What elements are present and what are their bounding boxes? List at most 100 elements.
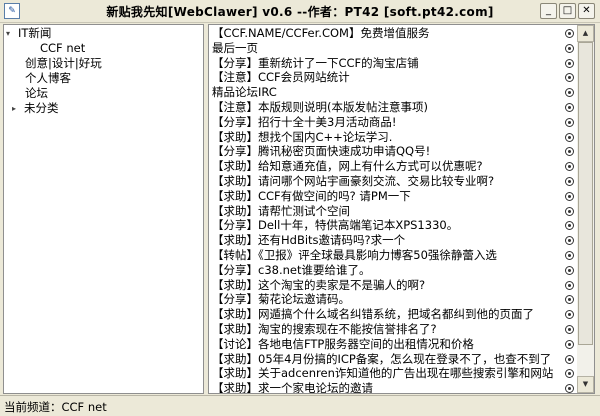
tree-item-it-news[interactable]: ▾ IT新闻	[6, 26, 51, 41]
post-title[interactable]: 【求助】求一个家电论坛的邀请	[212, 381, 558, 393]
tree-item-personal-blogs[interactable]: 个人博客	[25, 71, 71, 86]
post-row[interactable]: 【求助】淘宝的搜索现在不能按信誉排名了?	[212, 322, 574, 337]
link-target-icon[interactable]	[565, 295, 574, 305]
link-target-icon[interactable]	[565, 73, 574, 83]
post-title[interactable]: 精品论坛IRC	[212, 85, 558, 100]
post-title[interactable]: 【求助】05年4月份搞的ICP备案，怎么现在登录不了，也查不到了	[212, 352, 558, 367]
post-row[interactable]: 【求助】还有HdBits邀请码吗?求一个	[212, 233, 574, 248]
link-target-icon[interactable]	[565, 369, 574, 379]
post-row[interactable]: 【求助】求一个家电论坛的邀请	[212, 381, 574, 393]
post-title[interactable]: 【分享】重新统计了一下CCF的淘宝店铺	[212, 56, 558, 71]
link-target-icon[interactable]	[565, 221, 574, 231]
post-row[interactable]: 【分享】腾讯秘密页面快速成功申请QQ号!	[212, 144, 574, 159]
window-title: 新贴我先知[WebClawer] v0.6 --作者：PT42 [soft.pt…	[106, 5, 494, 19]
post-row[interactable]: 【求助】给知意通充值，网上有什么方式可以优惠呢?	[212, 159, 574, 174]
minimize-button[interactable]: _	[540, 3, 557, 19]
post-row[interactable]: 最后一页	[212, 41, 574, 56]
scroll-up-button[interactable]: ▲	[577, 25, 594, 42]
tree-item-label: 个人博客	[25, 71, 71, 85]
post-title[interactable]: 【分享】Dell十年，特供高端笔记本XPS1330。	[212, 218, 558, 233]
post-title[interactable]: 【求助】给知意通充值，网上有什么方式可以优惠呢?	[212, 159, 558, 174]
close-button[interactable]: ✕	[578, 3, 595, 19]
link-target-icon[interactable]	[565, 191, 574, 201]
link-target-icon[interactable]	[565, 177, 574, 186]
post-row[interactable]: 【求助】想找个国内C++论坛学习.	[212, 130, 574, 145]
post-row[interactable]: 【求助】这个淘宝的卖家是不是骗人的啊?	[212, 278, 574, 293]
scroll-down-button[interactable]: ▼	[577, 376, 594, 393]
post-row[interactable]: 精品论坛IRC	[212, 85, 574, 100]
post-row[interactable]: 【求助】请帮忙测试个空间	[212, 204, 574, 219]
post-title[interactable]: 最后一页	[212, 41, 558, 56]
tree-item-uncategorized[interactable]: ▸ 未分类	[12, 101, 59, 116]
post-row[interactable]: 【注意】CCF会员网站统计	[212, 70, 574, 85]
link-target-icon[interactable]	[565, 339, 574, 349]
link-target-icon[interactable]	[565, 162, 574, 172]
link-target-icon[interactable]	[565, 251, 574, 260]
post-title[interactable]: 【分享】c38.net谁要给谁了。	[212, 263, 558, 278]
post-title[interactable]: 【求助】网遁搞个什么域名纠错系统，把域名都纠到他的页面了	[212, 307, 558, 322]
link-target-icon[interactable]	[565, 88, 574, 98]
post-title[interactable]: 【求助】淘宝的搜索现在不能按信誉排名了?	[212, 322, 558, 337]
post-title[interactable]: 【注意】CCF会员网站统计	[212, 70, 558, 85]
post-title[interactable]: 【求助】请帮忙测试个空间	[212, 204, 558, 219]
tree-item-forums[interactable]: 论坛	[25, 86, 48, 101]
status-bar: 当前频道：CCF net	[0, 395, 600, 416]
post-row[interactable]: 【分享】招行十全十美3月活动商品!	[212, 115, 574, 130]
post-row[interactable]: 【求助】CCF有做空间的吗? 请PM一下	[212, 189, 574, 204]
post-title[interactable]: 【求助】还有HdBits邀请码吗?求一个	[212, 233, 558, 248]
post-title[interactable]: 【分享】招行十全十美3月活动商品!	[212, 115, 558, 130]
post-row[interactable]: 【转帖】《卫报》评全球最具影响力博客50强徐静蕾入选	[212, 248, 574, 263]
post-row[interactable]: 【求助】关于adcenren诈知道他的广告出现在哪些搜索引擎和网站	[212, 366, 574, 381]
link-target-icon[interactable]	[565, 325, 574, 334]
link-target-icon[interactable]	[565, 132, 574, 142]
chevron-right-icon[interactable]: ▸	[12, 101, 24, 116]
link-target-icon[interactable]	[565, 117, 574, 127]
post-row[interactable]: 【求助】请问哪个网站宇画豪刻交流、交易比较专业啊?	[212, 174, 574, 189]
link-target-icon[interactable]	[565, 354, 574, 364]
post-title[interactable]: 【求助】关于adcenren诈知道他的广告出现在哪些搜索引擎和网站	[212, 366, 558, 381]
post-row[interactable]: 【分享】c38.net谁要给谁了。	[212, 263, 574, 278]
post-title[interactable]: 【求助】想找个国内C++论坛学习.	[212, 130, 558, 145]
post-title[interactable]: 【注意】本版规则说明(本版发帖注意事项)	[212, 100, 558, 115]
post-title[interactable]: 【分享】腾讯秘密页面快速成功申请QQ号!	[212, 144, 558, 159]
link-target-icon[interactable]	[565, 265, 574, 275]
post-title[interactable]: 【求助】CCF有做空间的吗? 请PM一下	[212, 189, 558, 204]
link-target-icon[interactable]	[565, 384, 574, 393]
title-bar[interactable]: ✎ 新贴我先知[WebClawer] v0.6 --作者：PT42 [soft.…	[0, 0, 600, 23]
link-target-icon[interactable]	[565, 43, 574, 53]
link-target-icon[interactable]	[565, 310, 574, 320]
maximize-button[interactable]: □	[559, 3, 576, 19]
link-target-icon[interactable]	[565, 103, 574, 112]
link-target-icon[interactable]	[565, 29, 574, 38]
post-title[interactable]: 【分享】菊花论坛邀请码。	[212, 292, 558, 307]
post-row[interactable]: 【分享】Dell十年，特供高端笔记本XPS1330。	[212, 218, 574, 233]
tree-item-label: CCF net	[40, 41, 86, 55]
post-title[interactable]: 【讨论】各地电信FTP服务器空间的出租情况和价格	[212, 337, 558, 352]
post-row[interactable]: 【求助】网遁搞个什么域名纠错系统，把域名都纠到他的页面了	[212, 307, 574, 322]
link-target-icon[interactable]	[565, 280, 574, 290]
tree-item-label: 创意|设计|好玩	[25, 56, 102, 70]
tree-item-label: IT新闻	[18, 26, 52, 40]
post-row[interactable]: 【分享】菊花论坛邀请码。	[212, 292, 574, 307]
scroll-thumb[interactable]	[578, 42, 593, 345]
post-row[interactable]: 【分享】重新统计了一下CCF的淘宝店铺	[212, 56, 574, 71]
post-row[interactable]: 【讨论】各地电信FTP服务器空间的出租情况和价格	[212, 337, 574, 352]
current-channel-status: 当前频道：CCF net	[4, 400, 107, 414]
link-target-icon[interactable]	[565, 58, 574, 68]
tree-item-ccf-net[interactable]: CCF net	[40, 41, 85, 56]
post-title[interactable]: 【转帖】《卫报》评全球最具影响力博客50强徐静蕾入选	[212, 248, 558, 263]
post-title[interactable]: 【求助】这个淘宝的卖家是不是骗人的啊?	[212, 278, 558, 293]
post-row[interactable]: 【CCF.NAME/CCFer.COM】免费增值服务	[212, 26, 574, 41]
channel-tree[interactable]: ▾ IT新闻 CCF net 创意|设计|好玩 个人博客 论坛 ▸ 未分类	[3, 24, 204, 394]
vertical-scrollbar[interactable]: ▲ ▼	[577, 24, 595, 394]
link-target-icon[interactable]	[565, 206, 574, 216]
post-row[interactable]: 【求助】05年4月份搞的ICP备案，怎么现在登录不了，也查不到了	[212, 352, 574, 367]
chevron-down-icon[interactable]: ▾	[6, 26, 18, 41]
post-title[interactable]: 【求助】请问哪个网站宇画豪刻交流、交易比较专业啊?	[212, 174, 558, 189]
tree-item-creative-design[interactable]: 创意|设计|好玩	[25, 56, 102, 71]
post-title[interactable]: 【CCF.NAME/CCFer.COM】免费增值服务	[212, 26, 558, 41]
post-list[interactable]: 【CCF.NAME/CCFer.COM】免费增值服务 最后一页 【分享】重新统计了一…	[208, 24, 577, 394]
post-row[interactable]: 【注意】本版规则说明(本版发帖注意事项)	[212, 100, 574, 115]
link-target-icon[interactable]	[565, 236, 574, 246]
link-target-icon[interactable]	[565, 147, 574, 157]
